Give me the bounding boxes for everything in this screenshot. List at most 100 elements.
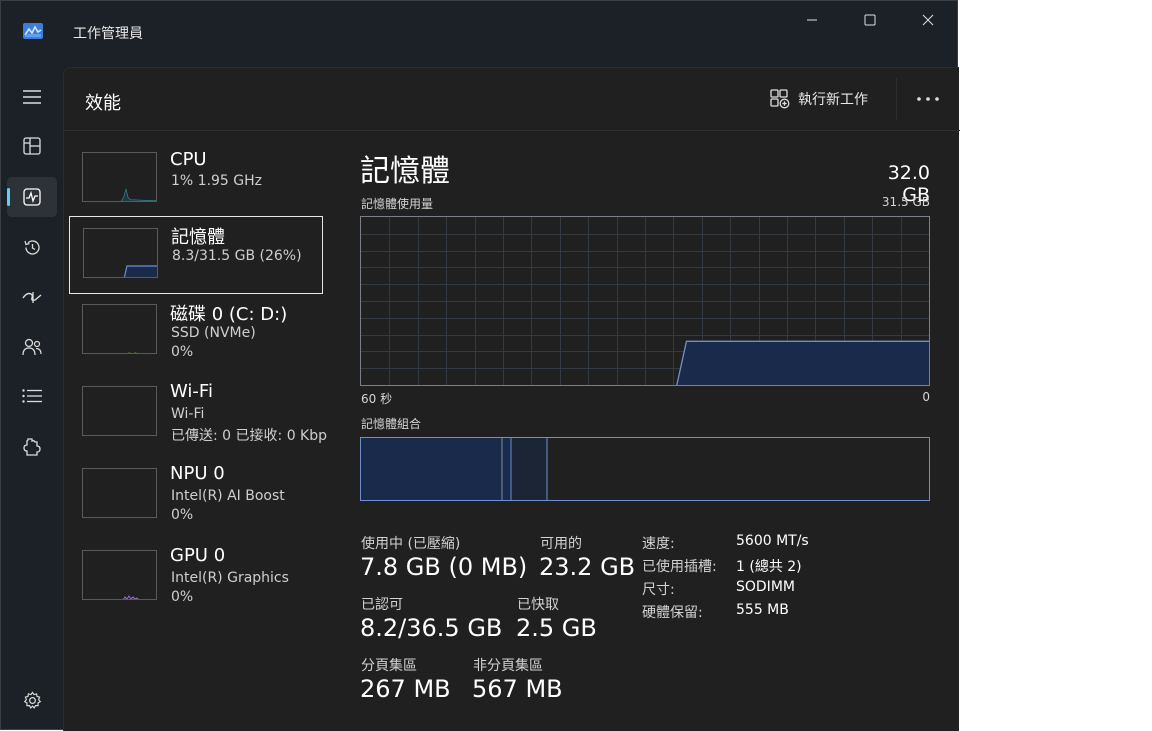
performance-icon	[23, 188, 41, 206]
nav-details[interactable]	[7, 376, 57, 416]
resource-usage: 0%	[171, 344, 194, 360]
run-new-task-button[interactable]: 執行新工作	[770, 86, 868, 112]
composition-modified	[503, 438, 511, 500]
resource-detail: Intel(R) Graphics	[171, 570, 289, 586]
new-task-icon	[770, 89, 790, 109]
toolbar-divider	[896, 78, 897, 120]
page-title: 效能	[85, 93, 121, 114]
composition-in-use	[361, 438, 502, 500]
composition-svg	[361, 438, 548, 500]
startup-icon	[22, 292, 42, 303]
memory-usage-graph-svg	[361, 217, 929, 386]
nonpaged-pool-value: 567 MB	[472, 675, 563, 703]
resource-name: NPU 0	[170, 463, 225, 484]
wifi-thumbnail-graph	[82, 386, 157, 436]
nav-services[interactable]	[7, 427, 57, 467]
nonpaged-pool-label: 非分頁集區	[473, 658, 543, 674]
minimize-button[interactable]	[783, 1, 841, 39]
resource-name: CPU	[170, 149, 207, 170]
memory-thumbnail-graph	[83, 228, 158, 278]
npu-thumbnail-graph	[82, 468, 157, 518]
users-icon	[22, 338, 42, 356]
nav-settings[interactable]	[7, 680, 57, 720]
available-value: 23.2 GB	[539, 553, 636, 581]
spec-key: 尺寸:	[642, 582, 675, 598]
usage-graph-label: 記憶體使用量	[361, 197, 434, 211]
resource-item-wifi[interactable]: Wi-Fi Wi-Fi 已傳送: 0 已接收: 0 Kbps	[69, 380, 327, 458]
header-divider	[64, 130, 960, 131]
cached-label: 已快取	[517, 597, 559, 613]
nav-users[interactable]	[7, 327, 57, 367]
performance-page: 效能 執行新工作 CPU 1% 1.95 GHz 記憶體 8.3/31.5 GB…	[63, 67, 960, 731]
resource-detail: Wi-Fi	[171, 406, 205, 422]
resource-name: 磁碟 0 (C: D:)	[170, 304, 288, 325]
spec-key: 硬體保留:	[642, 605, 703, 621]
resource-item-memory[interactable]: 記憶體 8.3/31.5 GB (26%)	[69, 216, 323, 294]
maximize-button[interactable]	[841, 1, 899, 39]
spec-value: 5600 MT/s	[736, 533, 809, 549]
resource-name: GPU 0	[170, 545, 226, 566]
usage-graph-max: 31.5 GB	[881, 195, 930, 209]
resource-detail: 8.3/31.5 GB (26%)	[172, 248, 302, 264]
nav-app-history[interactable]	[7, 227, 57, 267]
disk-thumbnail-graph	[82, 304, 157, 354]
nav-startup-apps[interactable]	[7, 277, 57, 317]
history-icon	[23, 239, 40, 255]
hamburger-icon	[23, 90, 41, 104]
paged-pool-label: 分頁集區	[361, 658, 417, 674]
spec-value: SODIMM	[736, 579, 795, 595]
more-icon	[917, 97, 939, 101]
resource-item-npu[interactable]: NPU 0 Intel(R) AI Boost 0%	[69, 462, 323, 540]
run-new-task-label: 執行新工作	[798, 92, 868, 108]
resource-name: 記憶體	[171, 227, 225, 248]
cpu-thumbnail-graph	[82, 152, 157, 202]
resource-item-gpu[interactable]: GPU 0 Intel(R) Graphics 0%	[69, 544, 323, 622]
minimize-icon	[807, 19, 817, 21]
maximize-icon	[864, 14, 876, 26]
graph-time-right: 0	[922, 390, 930, 404]
details-list-icon	[22, 389, 42, 403]
resource-usage: 0%	[171, 507, 194, 523]
resource-usage: 已傳送: 0 已接收: 0 Kbps	[171, 428, 327, 444]
spec-key: 已使用插槽:	[642, 559, 717, 575]
available-label: 可用的	[540, 536, 582, 552]
close-button[interactable]	[899, 1, 957, 39]
resource-name: Wi-Fi	[170, 381, 213, 402]
composition-label: 記憶體組合	[361, 417, 422, 431]
spec-value: 555 MB	[736, 602, 789, 618]
gpu-thumbnail-graph	[82, 550, 157, 600]
spec-value: 1 (總共 2)	[736, 559, 802, 575]
paged-pool-value: 267 MB	[360, 675, 451, 703]
resource-item-disk[interactable]: 磁碟 0 (C: D:) SSD (NVMe) 0%	[69, 298, 323, 376]
nav-menu-button[interactable]	[7, 77, 57, 117]
task-manager-window: 工作管理員 效能 執行新工作 CPU 1% 1.95 GHz 記憶體 8.3/3…	[0, 0, 960, 731]
services-icon	[23, 438, 41, 456]
in-use-label: 使用中 (已壓縮)	[361, 536, 461, 552]
cached-value: 2.5 GB	[516, 614, 597, 642]
in-use-value: 7.8 GB (0 MB)	[360, 553, 528, 581]
task-manager-icon	[23, 23, 43, 39]
usage-area	[676, 341, 929, 385]
graph-time-left: 60 秒	[361, 392, 393, 406]
detail-title: 記憶體	[360, 154, 450, 189]
more-options-button[interactable]	[914, 86, 942, 112]
resource-usage: 0%	[171, 589, 194, 605]
composition-standby	[512, 438, 547, 500]
nav-processes[interactable]	[7, 126, 57, 166]
resource-detail: Intel(R) AI Boost	[171, 488, 285, 504]
memory-usage-graph	[360, 216, 930, 386]
window-title: 工作管理員	[73, 26, 143, 42]
processes-icon	[23, 137, 41, 155]
resource-detail: SSD (NVMe)	[171, 325, 256, 341]
close-icon	[922, 14, 934, 26]
gear-icon	[23, 690, 41, 709]
resource-item-cpu[interactable]: CPU 1% 1.95 GHz	[69, 143, 323, 221]
title-bar: 工作管理員	[1, 1, 959, 65]
memory-composition-bar	[360, 437, 930, 501]
spec-key: 速度:	[642, 536, 675, 552]
committed-value: 8.2/36.5 GB	[360, 614, 503, 642]
nav-rail	[1, 65, 63, 731]
committed-label: 已認可	[361, 597, 403, 613]
resource-detail: 1% 1.95 GHz	[171, 173, 263, 189]
nav-performance[interactable]	[7, 177, 57, 217]
